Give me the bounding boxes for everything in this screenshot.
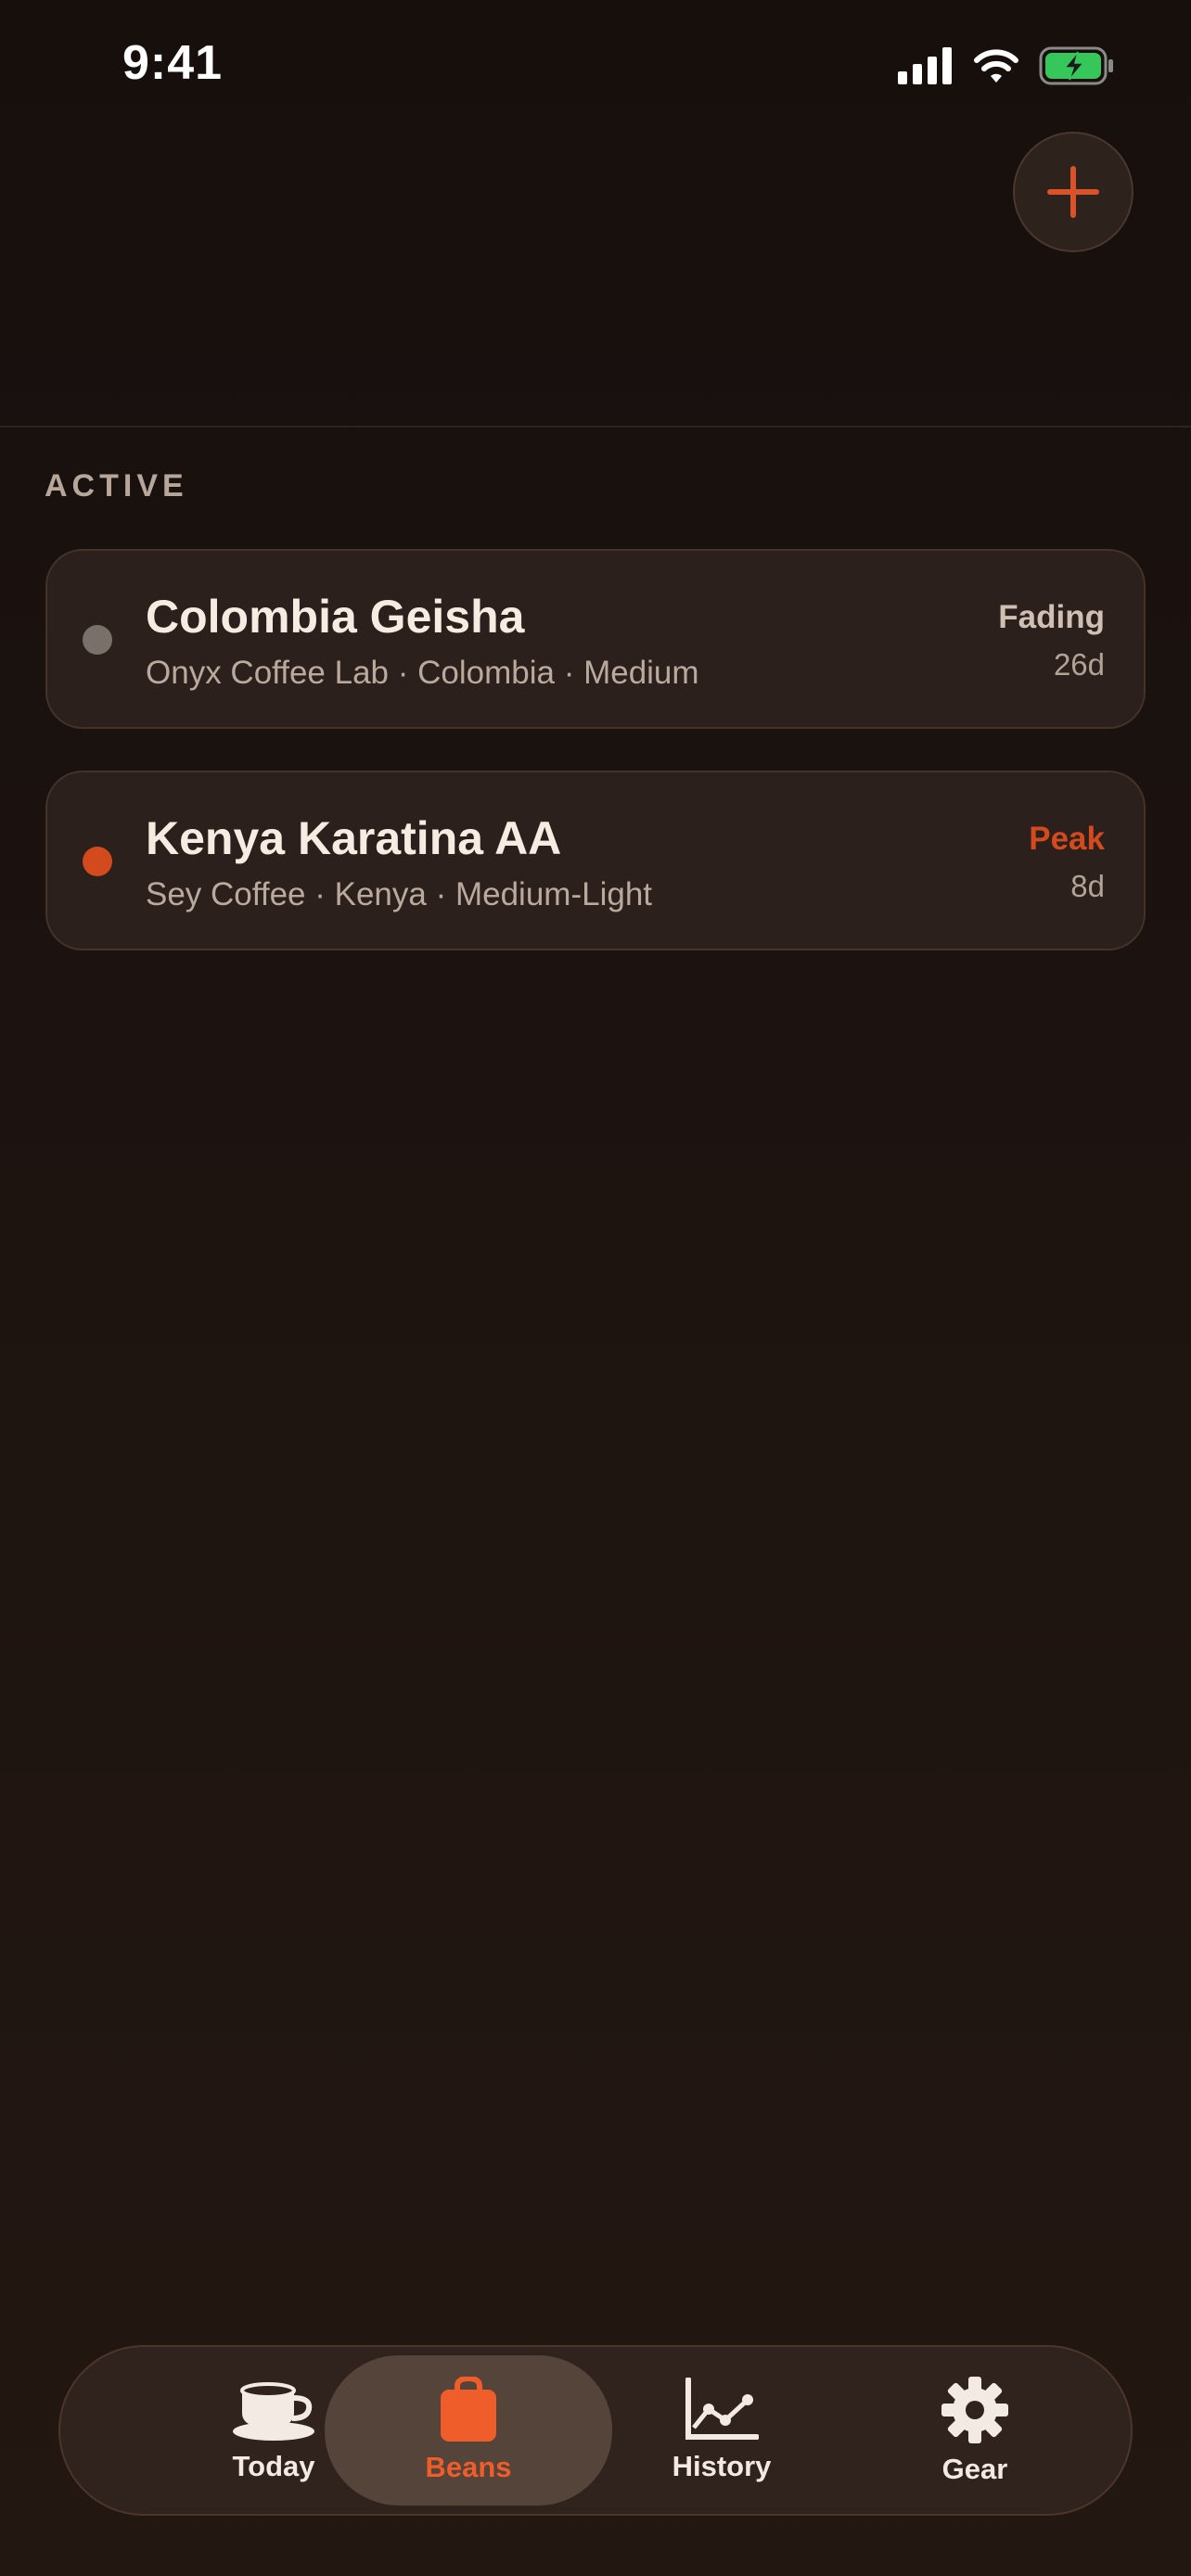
tab-label: Beans <box>425 2451 512 2483</box>
wifi-icon <box>974 49 1018 83</box>
freshness-dot <box>83 847 112 876</box>
tab-label: History <box>672 2450 772 2482</box>
chart-icon <box>685 2378 759 2440</box>
tab-label: Today <box>232 2450 315 2482</box>
bean-name: Colombia Geisha <box>146 591 525 643</box>
status-time: 9:41 <box>122 36 224 90</box>
status-bar: 9:41 <box>0 0 1191 139</box>
tab-bar: Today Beans History Gear <box>58 2345 1133 2516</box>
bean-name: Kenya Karatina AA <box>146 812 562 864</box>
coffee-cup-icon <box>233 2382 314 2441</box>
bean-meta: Sey Coffee · Kenya · Medium-Light <box>146 876 653 912</box>
bean-age: 26d <box>1053 647 1105 682</box>
bean-card-kenya-karatina[interactable]: Kenya Karatina AA Sey Coffee · Kenya · M… <box>45 771 1146 950</box>
bean-age: 8d <box>1070 869 1105 903</box>
gear-icon <box>941 2377 1008 2443</box>
bean-card-colombia-geisha[interactable]: Colombia Geisha Onyx Coffee Lab · Colomb… <box>45 549 1146 729</box>
cellular-signal-icon <box>898 47 952 84</box>
battery-charging-icon <box>1039 46 1113 85</box>
bag-icon <box>441 2377 496 2442</box>
bean-meta: Onyx Coffee Lab · Colombia · Medium <box>146 655 699 691</box>
header-divider <box>0 426 1191 427</box>
freshness-dot <box>83 625 112 655</box>
tab-beans[interactable]: Beans <box>325 2355 612 2506</box>
tab-gear[interactable]: Gear <box>836 2347 1114 2514</box>
plus-icon <box>1047 166 1099 218</box>
add-bean-button[interactable] <box>1013 132 1133 252</box>
tab-label: Gear <box>941 2453 1008 2485</box>
freshness-status: Fading <box>998 599 1105 635</box>
freshness-status: Peak <box>1029 821 1105 857</box>
section-title: ACTIVE <box>45 468 188 504</box>
status-icons <box>898 46 1115 85</box>
tab-history[interactable]: History <box>583 2347 861 2514</box>
